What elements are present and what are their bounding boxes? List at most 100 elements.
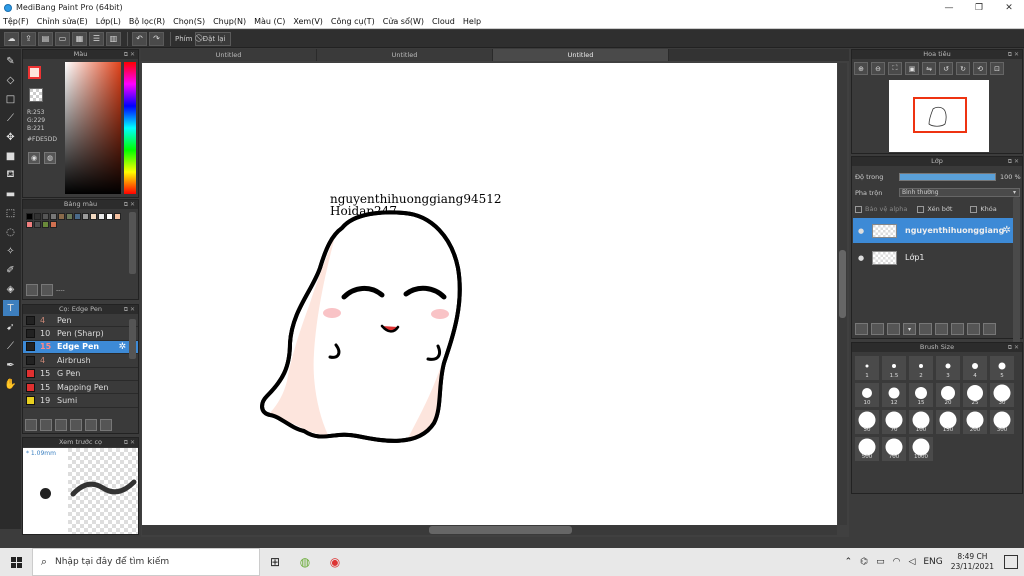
brush-size-option[interactable]: 200 bbox=[962, 409, 988, 435]
palette-swatch[interactable] bbox=[34, 213, 41, 220]
menu-snap[interactable]: Chụp(N) bbox=[213, 17, 246, 26]
panel-menu-icon[interactable]: ⧉ ✕ bbox=[124, 438, 135, 447]
brush-size-option[interactable]: 3 bbox=[935, 355, 961, 381]
menu-edit[interactable]: Chỉnh sửa(E) bbox=[37, 17, 88, 26]
new-8bit-layer-icon[interactable] bbox=[887, 323, 900, 335]
eraser-tool-icon[interactable]: ◇ bbox=[3, 72, 19, 88]
wifi-icon[interactable]: ◠ bbox=[893, 557, 901, 567]
brush-item[interactable]: 15 G Pen bbox=[23, 368, 138, 381]
zoom-out-icon[interactable]: ⊖ bbox=[871, 62, 885, 75]
brush-size-option[interactable]: 1000 bbox=[908, 436, 934, 462]
palette-swatch[interactable] bbox=[42, 221, 49, 228]
palette-swatch[interactable] bbox=[34, 221, 41, 228]
new-palette-icon[interactable] bbox=[26, 284, 38, 296]
reset-view-icon[interactable]: ⟲ bbox=[973, 62, 987, 75]
cloud-brush-icon[interactable] bbox=[25, 419, 37, 431]
palette-scrollbar[interactable] bbox=[129, 212, 136, 274]
brush-size-option[interactable]: 25 bbox=[962, 382, 988, 408]
navigator-thumbnail[interactable] bbox=[889, 80, 989, 152]
layer-folder-icon[interactable] bbox=[919, 323, 932, 335]
brush-size-option[interactable]: 5 bbox=[989, 355, 1015, 381]
palette-swatch[interactable] bbox=[50, 213, 57, 220]
layer-row-text[interactable]: ● nguyenthihuonggiang ✲ bbox=[853, 218, 1013, 243]
menu-select[interactable]: Chọn(S) bbox=[173, 17, 205, 26]
material-icon[interactable]: ▦ bbox=[72, 31, 87, 46]
palette-swatch[interactable] bbox=[74, 213, 81, 220]
tab-document-3[interactable]: Untitled bbox=[493, 49, 669, 61]
duplicate-layer-icon[interactable] bbox=[935, 323, 948, 335]
delete-palette-icon[interactable] bbox=[41, 284, 53, 296]
fill-rect-tool-icon[interactable]: ■ bbox=[3, 148, 19, 164]
canvas-vertical-scrollbar[interactable] bbox=[838, 63, 847, 525]
copy-brush-icon[interactable] bbox=[70, 419, 82, 431]
brush-item[interactable]: 15 Mapping Pen bbox=[23, 381, 138, 395]
brush-scrollbar[interactable] bbox=[129, 319, 136, 359]
new-layer-icon[interactable] bbox=[855, 323, 868, 335]
eye-icon[interactable]: ● bbox=[856, 253, 866, 263]
redo-icon[interactable]: ↷ bbox=[149, 31, 164, 46]
palette-swatch[interactable] bbox=[42, 213, 49, 220]
delete-layer-icon[interactable] bbox=[983, 323, 996, 335]
background-color-swatch[interactable] bbox=[29, 88, 43, 102]
reset-button[interactable]: ⃠ Đặt lại bbox=[195, 31, 231, 46]
select-pen-tool-icon[interactable]: ✐ bbox=[3, 262, 19, 278]
layer-settings-icon[interactable] bbox=[967, 323, 980, 335]
brush-size-option[interactable]: 150 bbox=[935, 409, 961, 435]
brush-size-option[interactable]: 700 bbox=[881, 436, 907, 462]
brush-item[interactable]: 15 Edge Pen ✲ bbox=[23, 340, 138, 355]
taskbar-search[interactable]: ⌕ Nhập tại đây để tìm kiếm bbox=[32, 548, 260, 576]
navigator-view-frame[interactable] bbox=[913, 97, 967, 133]
palette-swatch[interactable] bbox=[58, 213, 65, 220]
brush-size-option[interactable]: 70 bbox=[881, 409, 907, 435]
dot-tool-icon[interactable]: ⟋ bbox=[3, 110, 19, 126]
palette-swatch[interactable] bbox=[90, 213, 97, 220]
lock-checkbox[interactable] bbox=[970, 205, 978, 213]
add-layer-dropdown-icon[interactable]: ▾ bbox=[903, 323, 916, 335]
palette-swatch[interactable] bbox=[106, 213, 113, 220]
brush-size-option[interactable]: 50 bbox=[854, 409, 880, 435]
brush-size-option[interactable]: 12 bbox=[881, 382, 907, 408]
vertical-scroll-thumb[interactable] bbox=[839, 250, 846, 318]
grid-icon[interactable]: ▥ bbox=[106, 31, 121, 46]
lasso-tool-icon[interactable]: ◌ bbox=[3, 224, 19, 240]
palette-swatch[interactable] bbox=[98, 213, 105, 220]
menu-help[interactable]: Help bbox=[463, 17, 481, 26]
share-icon[interactable]: ⇪ bbox=[21, 31, 36, 46]
palette-swatch[interactable] bbox=[26, 221, 33, 228]
menu-filter[interactable]: Bộ lọc(R) bbox=[129, 17, 165, 26]
brush-item[interactable]: 10 Pen (Sharp) bbox=[23, 327, 138, 341]
brush-size-option[interactable]: 20 bbox=[935, 382, 961, 408]
minimize-button[interactable]: — bbox=[934, 3, 964, 13]
move-tool-icon[interactable]: ✥ bbox=[3, 129, 19, 145]
brush-tool-icon[interactable]: ✎ bbox=[3, 53, 19, 69]
gear-icon[interactable]: ✲ bbox=[1003, 225, 1011, 236]
gear-icon[interactable]: ✲ bbox=[118, 342, 126, 352]
color-picker-icon[interactable]: ◍ bbox=[44, 152, 56, 164]
text-tool-icon[interactable]: T bbox=[2, 300, 19, 316]
opacity-slider[interactable] bbox=[899, 173, 996, 181]
menu-file[interactable]: Tệp(F) bbox=[3, 17, 29, 26]
language-indicator[interactable]: ENG bbox=[923, 557, 942, 567]
color-wheel-icon[interactable]: ◉ bbox=[28, 152, 40, 164]
clipping-checkbox[interactable] bbox=[917, 205, 925, 213]
brush-size-option[interactable]: 10 bbox=[854, 382, 880, 408]
drawing-canvas[interactable]: nguyenthihuonggiang94512 Hoidap247 bbox=[142, 63, 837, 525]
blend-mode-select[interactable]: Bình thường ▾ bbox=[899, 188, 1020, 197]
clock[interactable]: 8:49 CH 23/11/2021 bbox=[951, 552, 994, 572]
volume-icon[interactable]: ◁ bbox=[908, 557, 915, 567]
menu-window[interactable]: Cửa sổ(W) bbox=[383, 17, 424, 26]
tab-document-1[interactable]: Untitled bbox=[141, 49, 317, 61]
add-brush-icon[interactable] bbox=[55, 419, 67, 431]
palette-swatch[interactable] bbox=[114, 213, 121, 220]
duplicate-brush-icon[interactable] bbox=[100, 419, 112, 431]
fit-icon[interactable]: ⛶ bbox=[888, 62, 902, 75]
shape-tool-icon[interactable]: □ bbox=[3, 91, 19, 107]
close-button[interactable]: ✕ bbox=[994, 3, 1024, 13]
panel-menu-icon[interactable]: ⧉ ✕ bbox=[1008, 50, 1019, 59]
palette-swatch[interactable] bbox=[26, 213, 33, 220]
brush-item[interactable]: 19 Sumi bbox=[23, 394, 138, 408]
bucket-tool-icon[interactable]: ⛾ bbox=[3, 167, 19, 183]
cloud-icon[interactable]: ☁ bbox=[4, 31, 19, 46]
windows-start-icon[interactable] bbox=[0, 548, 32, 576]
list-icon[interactable]: ☰ bbox=[89, 31, 104, 46]
